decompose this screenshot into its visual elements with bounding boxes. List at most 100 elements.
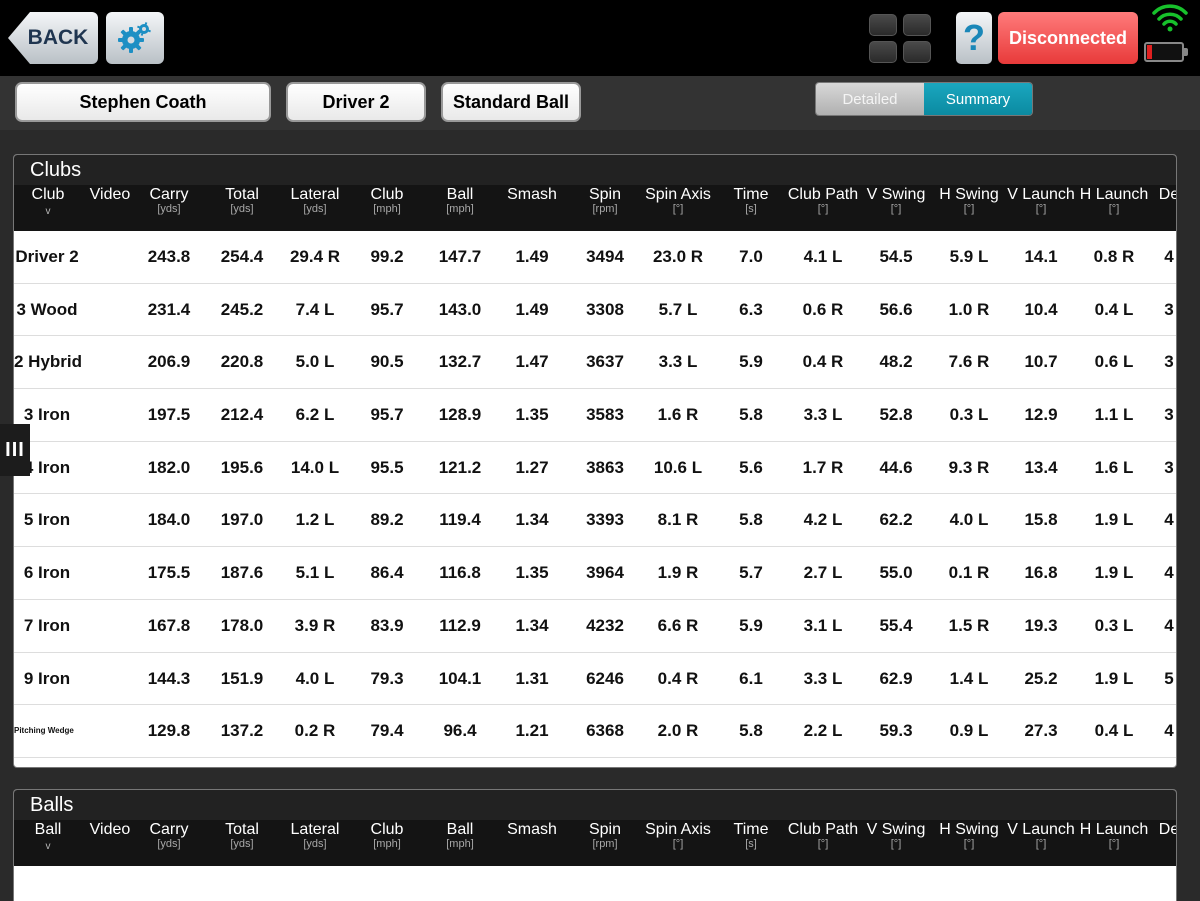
header-carry[interactable]: Carry [yds] (132, 187, 207, 215)
balls-panel: Balls Ball v Video Carry [yds] Total [yds] Late… (13, 789, 1177, 901)
layout-grid-button[interactable] (869, 14, 933, 64)
header-label: Time (733, 186, 769, 203)
header-unit: [yds] (303, 203, 327, 215)
table-row[interactable]: 7 Iron 167.8 178.0 3.9 R 83.9 112.9 1.34 4232 6.… (14, 599, 1176, 653)
club-name-cell: 2 Hybrid (14, 352, 83, 372)
header-spin-axis[interactable]: Spin Axis [°] (641, 187, 716, 215)
tab-detailed[interactable]: Detailed (816, 83, 924, 115)
table-row[interactable]: 3 Iron 197.5 212.4 6.2 L 95.7 128.9 1.35 3583 1.… (14, 389, 1176, 442)
cell-carry: 184.0 (147, 510, 191, 530)
club-name-cell: 7 Iron (23, 615, 71, 635)
cell-smash: 1.34 (515, 510, 549, 530)
header-smash[interactable]: Smash (495, 822, 570, 838)
header-label: Lateral (290, 821, 340, 838)
cell-v-launch: 27.3 (1024, 721, 1058, 741)
header-v-swing[interactable]: V Swing [°] (859, 822, 934, 850)
header-lateral[interactable]: Lateral [yds] (278, 187, 353, 215)
back-button[interactable]: BACK (8, 12, 98, 64)
header-club[interactable]: Club [mph] (350, 187, 425, 215)
table-row[interactable]: Pitching Wedge 129.8 137.2 0.2 R 79.4 96.4 1.2… (14, 705, 1176, 758)
header-unit: [°] (672, 203, 684, 215)
header-h-swing[interactable]: H Swing [°] (932, 187, 1007, 215)
cell-de: 5 (1164, 668, 1174, 688)
header-unit: [yds] (230, 838, 254, 850)
player-selector[interactable]: Stephen Coath (15, 82, 271, 122)
cell-v-swing: 56.6 (879, 299, 913, 319)
table-row[interactable]: 9 Iron 144.3 151.9 4.0 L 79.3 104.1 1.31 6246 0.… (14, 652, 1176, 706)
header-club-path[interactable]: Club Path [°] (786, 187, 861, 215)
cell-club-path: 0.4 R (802, 352, 844, 372)
header-spin[interactable]: Spin [rpm] (568, 822, 643, 850)
header-unit: [°] (1035, 203, 1047, 215)
cell-carry: 243.8 (147, 247, 191, 266)
cell-carry: 182.0 (147, 457, 191, 477)
cell-time: 7.0 (739, 247, 763, 266)
header-spin[interactable]: Spin [rpm] (568, 187, 643, 215)
header-label: Club Path (787, 186, 859, 203)
cell-spin-axis: 0.4 R (657, 668, 699, 688)
cell-spin-axis: 10.6 L (653, 457, 703, 477)
header-smash[interactable]: Smash (495, 187, 570, 203)
table-row[interactable]: 3 Wood 231.4 245.2 7.4 L 95.7 143.0 1.49 3308 5.… (14, 283, 1176, 337)
cell-total: 212.4 (220, 405, 264, 425)
cell-smash: 1.27 (515, 457, 549, 477)
help-button[interactable]: ? (956, 12, 992, 64)
header-time[interactable]: Time [s] (714, 822, 789, 850)
cell-spin: 3583 (586, 405, 624, 425)
header-de[interactable]: De (1132, 187, 1176, 203)
header-club[interactable]: Club [mph] (350, 822, 425, 850)
header-unit: [°] (817, 203, 829, 215)
tab-summary[interactable]: Summary (924, 83, 1032, 115)
table-row[interactable]: 5 Iron 184.0 197.0 1.2 L 89.2 119.4 1.34 3393 8.… (14, 494, 1176, 548)
header-unit: [°] (890, 203, 902, 215)
cell-club: 90.5 (370, 352, 404, 372)
header-label: Club (370, 821, 404, 838)
header-v-swing[interactable]: V Swing [°] (859, 187, 934, 215)
cell-ball: 104.1 (438, 668, 482, 688)
cell-spin-axis: 8.1 R (657, 510, 699, 530)
cell-spin: 3863 (586, 457, 624, 477)
club-selector[interactable]: Driver 2 (286, 82, 426, 122)
header-time[interactable]: Time [s] (714, 187, 789, 215)
connection-status-button[interactable]: Disconnected (998, 12, 1138, 64)
header-h-swing[interactable]: H Swing [°] (932, 822, 1007, 850)
header-v-launch[interactable]: V Launch [°] (1004, 187, 1079, 215)
cell-h-swing: 0.3 L (949, 405, 989, 425)
table-row[interactable]: 6 Iron 175.5 187.6 5.1 L 86.4 116.8 1.35 3964 1.… (14, 547, 1176, 600)
cell-total: 137.2 (220, 721, 264, 741)
table-row[interactable]: 2 Hybrid 206.9 220.8 5.0 L 90.5 132.7 1.47 3637… (14, 336, 1176, 390)
table-row[interactable]: 4 Iron 182.0 195.6 14.0 L 95.5 121.2 1.27 3863 1… (14, 441, 1176, 495)
header-total[interactable]: Total [yds] (205, 822, 280, 850)
cell-spin-axis: 1.9 R (657, 563, 699, 583)
header-ball[interactable]: Ball [mph] (423, 822, 498, 850)
cell-total: 245.2 (220, 299, 264, 319)
cell-time: 5.9 (739, 352, 763, 372)
cell-h-swing: 0.9 L (949, 721, 989, 741)
header-label: V Launch (1007, 821, 1075, 838)
cell-h-swing: 9.3 R (948, 457, 990, 477)
header-unit: [s] (745, 838, 757, 850)
header-label: Spin Axis (645, 186, 711, 203)
header-v-launch[interactable]: V Launch [°] (1004, 822, 1079, 850)
sort-arrow-icon: v (45, 841, 51, 852)
table-row[interactable]: Driver 2 243.8 254.4 29.4 R 99.2 147.7 1.49 349… (14, 231, 1176, 284)
cell-carry: 231.4 (147, 299, 191, 319)
cell-time: 5.9 (739, 615, 763, 635)
settings-button[interactable] (106, 12, 164, 64)
header-carry[interactable]: Carry [yds] (132, 822, 207, 850)
cell-time: 5.8 (739, 405, 763, 425)
cell-v-launch: 10.7 (1024, 352, 1058, 372)
header-lateral[interactable]: Lateral [yds] (278, 822, 353, 850)
cell-club-path: 4.1 L (803, 247, 843, 266)
header-de[interactable]: De (1132, 822, 1176, 838)
side-drawer-handle[interactable]: III (0, 424, 30, 476)
cell-lateral: 4.0 L (295, 668, 335, 688)
header-label: V Swing (866, 186, 926, 203)
header-total[interactable]: Total [yds] (205, 187, 280, 215)
cell-smash: 1.34 (515, 615, 549, 635)
ball-selector[interactable]: Standard Ball (441, 82, 581, 122)
header-club-path[interactable]: Club Path [°] (786, 822, 861, 850)
header-ball[interactable]: Ball [mph] (423, 187, 498, 215)
cell-club: 79.4 (370, 721, 404, 741)
header-spin-axis[interactable]: Spin Axis [°] (641, 822, 716, 850)
